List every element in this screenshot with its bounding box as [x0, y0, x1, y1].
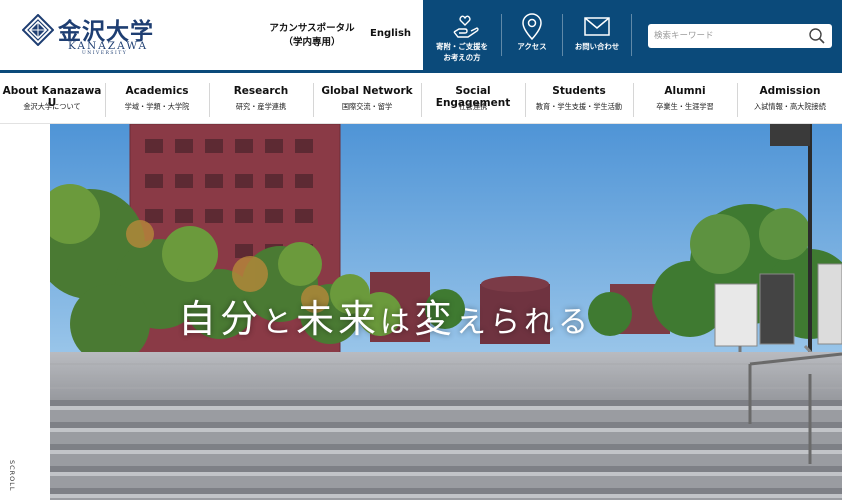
hero-side-strip [0, 124, 50, 500]
tagline-part: ら [490, 305, 525, 340]
nav-label-ja: 学域・学類・大学院 [124, 102, 190, 111]
donation-label-2: お考えの方 [443, 53, 481, 62]
contact-button[interactable]: お問い合わせ [563, 0, 631, 70]
logo-english-sub: UNIVERSITY [82, 51, 128, 56]
map-pin-icon [522, 13, 542, 40]
hero-tagline: 自分と未来は変えられる [178, 288, 592, 343]
access-button[interactable]: アクセス [502, 0, 562, 70]
nav-item-social-engagement[interactable]: Social Engagement 社会連携 [422, 73, 524, 123]
site-header: 金沢大学 KANAZAWA UNIVERSITY アカンサスポータル （学内専用… [0, 0, 842, 70]
nav-item-students[interactable]: Students 教育・学生支援・学生活動 [526, 73, 632, 123]
tagline-part: 自分 [178, 297, 263, 341]
nav-label-ja: 研究・産学連携 [235, 102, 287, 111]
mail-envelope-icon [584, 17, 610, 36]
global-navigation: About Kanazawa U 金沢大学について Academics 学域・学… [0, 70, 842, 124]
nav-label-en: Students [552, 85, 606, 97]
nav-label-en: Academics [125, 85, 189, 97]
utility-divider [631, 14, 632, 56]
tagline-part: え [456, 305, 491, 340]
nav-label-ja: 国際交流・留学 [341, 102, 393, 111]
donation-hand-icon [453, 15, 479, 38]
tagline-part: る [558, 305, 593, 340]
nav-label-en: Alumni [664, 85, 706, 97]
hero-visual: 自分と未来は変えられる [50, 124, 842, 500]
acanthus-portal-link[interactable]: アカンサスポータル （学内専用） [262, 22, 362, 50]
search-box [648, 24, 832, 48]
english-link[interactable]: English [370, 28, 411, 39]
nav-item-academics[interactable]: Academics 学域・学類・大学院 [106, 73, 208, 123]
portal-sublabel: （学内専用） [283, 37, 341, 48]
nav-label-ja: 社会連携 [458, 102, 488, 111]
contact-label: お問い合わせ [574, 42, 620, 51]
nav-item-admission[interactable]: Admission 入試情報・高大院接続 [738, 73, 842, 123]
nav-label-en: Research [233, 85, 289, 97]
tagline-part: れ [524, 305, 559, 340]
tagline-part: は [380, 305, 415, 340]
university-crest-icon [22, 14, 54, 46]
nav-item-alumni[interactable]: Alumni 卒業生・生涯学習 [634, 73, 736, 123]
nav-item-research[interactable]: Research 研究・産学連携 [210, 73, 312, 123]
portal-label: アカンサスポータル [269, 23, 355, 34]
nav-label-ja: 入試情報・高大院接続 [754, 102, 826, 111]
nav-item-about[interactable]: About Kanazawa U 金沢大学について [0, 73, 104, 123]
donation-button[interactable]: 寄附・ご支援を お考えの方 [423, 0, 501, 70]
nav-label-en: Global Network [321, 85, 413, 97]
search-input[interactable] [654, 26, 804, 46]
nav-label-ja: 金沢大学について [23, 102, 81, 111]
access-label: アクセス [517, 42, 547, 51]
tagline-part: 変 [414, 297, 457, 341]
tagline-part: と [262, 305, 297, 340]
nav-item-global-network[interactable]: Global Network 国際交流・留学 [314, 73, 420, 123]
nav-label-ja: 卒業生・生涯学習 [656, 102, 714, 111]
search-icon[interactable] [808, 27, 826, 45]
tagline-part: 未来 [296, 297, 381, 341]
donation-label-1: 寄附・ご支援を [436, 42, 488, 51]
university-logo[interactable]: 金沢大学 KANAZAWA UNIVERSITY [22, 12, 172, 56]
nav-label-en: Admission [759, 85, 821, 97]
nav-label-ja: 教育・学生支援・学生活動 [535, 102, 623, 111]
scroll-indicator[interactable]: SCROLL [8, 460, 16, 492]
